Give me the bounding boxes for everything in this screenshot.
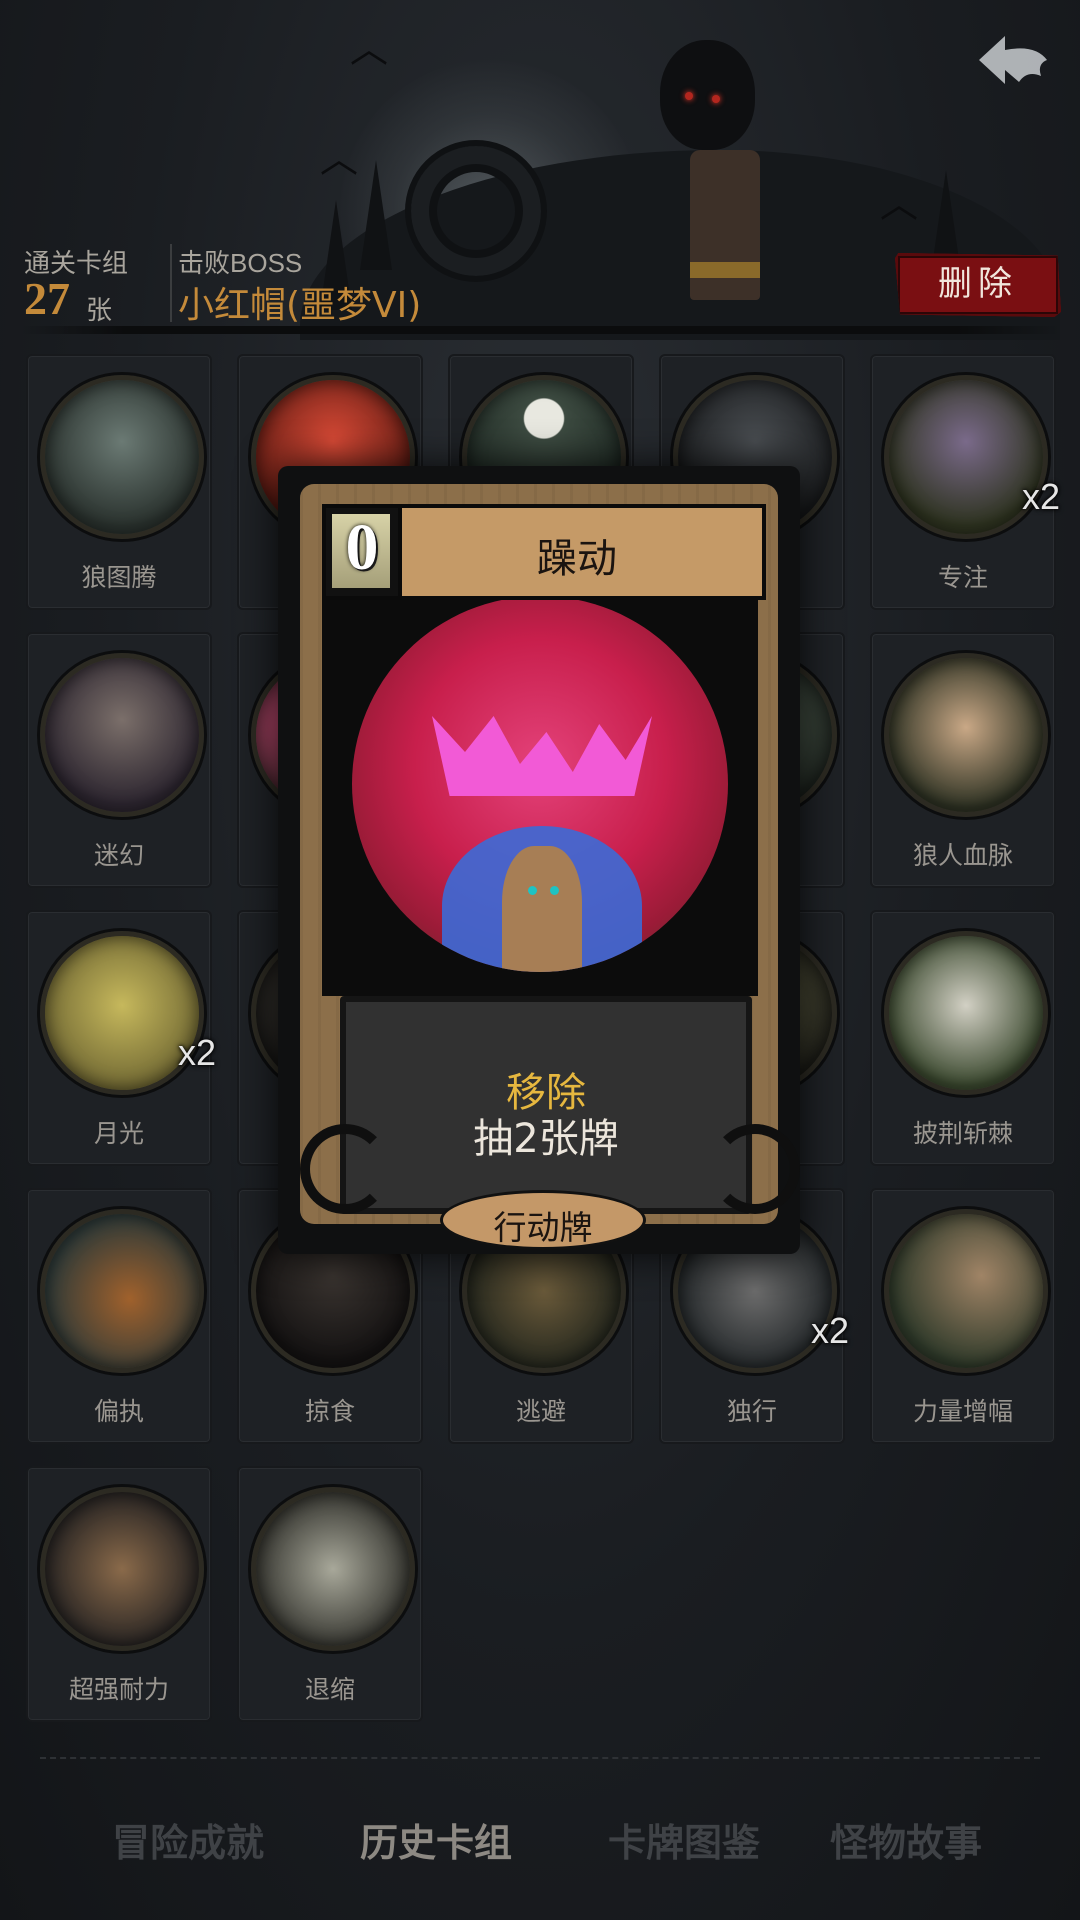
red-eye bbox=[712, 95, 720, 103]
card-title: 躁动 bbox=[537, 536, 617, 582]
delete-button[interactable]: 删除 bbox=[895, 253, 1061, 317]
bear-wolf-art bbox=[40, 1209, 204, 1373]
card-slot[interactable]: 披荆斩棘 bbox=[870, 910, 1056, 1166]
clawed-hand-art bbox=[884, 653, 1048, 817]
card-slot[interactable]: 狼人血脉 bbox=[870, 632, 1056, 888]
card-frame: 躁动 0 移除 抽2张牌 行动牌 bbox=[300, 484, 800, 1250]
card-name: 月光 bbox=[93, 1119, 144, 1148]
card-slot[interactable]: 力量增幅 bbox=[870, 1188, 1056, 1444]
boss-label: 击败BOSS bbox=[178, 248, 303, 278]
tab-adventure-achievements[interactable]: 冒险成就 bbox=[112, 1812, 264, 1867]
card-type-oval: 行动牌 bbox=[440, 1190, 646, 1250]
figure-eye bbox=[550, 886, 559, 895]
tab-monster-stories[interactable]: 怪物故事 bbox=[830, 1812, 982, 1867]
card-slot[interactable]: 超强耐力 bbox=[26, 1466, 212, 1722]
scroll-ornament-icon bbox=[300, 1124, 390, 1214]
pine-tree-icon bbox=[360, 160, 392, 270]
header-divider bbox=[170, 244, 172, 322]
frenzy-art bbox=[352, 596, 728, 972]
card-cost: 0 bbox=[345, 511, 379, 584]
wolf-totem-art bbox=[40, 375, 204, 539]
clear-deck-count: 27 bbox=[24, 273, 70, 324]
card-slot[interactable]: x2 月光 bbox=[26, 910, 216, 1166]
tab-card-compendium[interactable]: 卡牌图鉴 bbox=[608, 1812, 760, 1867]
card-name: 专注 bbox=[937, 563, 988, 592]
card-name: 掠食 bbox=[304, 1397, 355, 1426]
card-name: 力量增幅 bbox=[912, 1397, 1013, 1426]
boss-name: 小红帽(噩梦VI) bbox=[178, 285, 422, 326]
count-badge: x2 bbox=[1021, 476, 1060, 517]
card-slot[interactable]: x2 专注 bbox=[870, 354, 1060, 610]
boy-logs-art bbox=[40, 1487, 204, 1651]
card-name: 退缩 bbox=[304, 1675, 355, 1704]
count-badge: x2 bbox=[810, 1310, 849, 1351]
witch-art bbox=[40, 653, 204, 817]
description-text: 抽2张牌 bbox=[473, 1116, 619, 1162]
title-plank: 躁动 bbox=[392, 504, 766, 600]
retreat-art bbox=[251, 1487, 415, 1651]
axe-thorns-art bbox=[884, 931, 1048, 1095]
clear-deck-unit: 张 bbox=[86, 296, 113, 326]
figure-eye bbox=[528, 886, 537, 895]
puppet-figure bbox=[502, 846, 582, 972]
card-name: 偏执 bbox=[93, 1397, 144, 1426]
card-name: 披荆斩棘 bbox=[912, 1119, 1013, 1148]
bat-icon: ︿ bbox=[320, 137, 359, 181]
spiral-hill-icon bbox=[405, 140, 547, 282]
card-slot[interactable]: 偏执 bbox=[26, 1188, 212, 1444]
header-rule bbox=[20, 326, 1060, 334]
cost-box: 0 bbox=[322, 504, 402, 600]
log-carry-art bbox=[884, 1209, 1048, 1373]
count-badge: x2 bbox=[177, 1032, 216, 1073]
nav-divider bbox=[40, 1757, 1040, 1759]
tab-history-deck[interactable]: 历史卡组 bbox=[360, 1812, 512, 1867]
back-button[interactable] bbox=[975, 30, 1055, 100]
rope-belt bbox=[690, 262, 760, 278]
card-name: 狼图腾 bbox=[81, 563, 157, 592]
shadow-boy-head bbox=[660, 40, 755, 150]
back-arrow-icon bbox=[979, 36, 1047, 84]
scroll-ornament-icon bbox=[710, 1124, 800, 1214]
card-slot[interactable]: 迷幻 bbox=[26, 632, 212, 888]
grin-shape bbox=[432, 716, 652, 796]
card-name: 逃避 bbox=[515, 1397, 566, 1426]
card-name: 迷幻 bbox=[93, 841, 144, 870]
description-box: 移除 抽2张牌 bbox=[340, 996, 752, 1214]
card-detail-popup[interactable]: 躁动 0 移除 抽2张牌 行动牌 bbox=[278, 466, 800, 1254]
card-name: 独行 bbox=[726, 1397, 777, 1426]
bat-icon: ︿ bbox=[350, 27, 389, 71]
card-slot[interactable]: 狼图腾 bbox=[26, 354, 212, 610]
bat-icon: ︿ bbox=[880, 182, 919, 226]
card-name: 超强耐力 bbox=[68, 1675, 169, 1704]
card-name: 狼人血脉 bbox=[912, 841, 1013, 870]
red-eye bbox=[685, 92, 693, 100]
card-slot[interactable]: 退缩 bbox=[237, 1466, 423, 1722]
card-type: 行动牌 bbox=[493, 1208, 593, 1247]
